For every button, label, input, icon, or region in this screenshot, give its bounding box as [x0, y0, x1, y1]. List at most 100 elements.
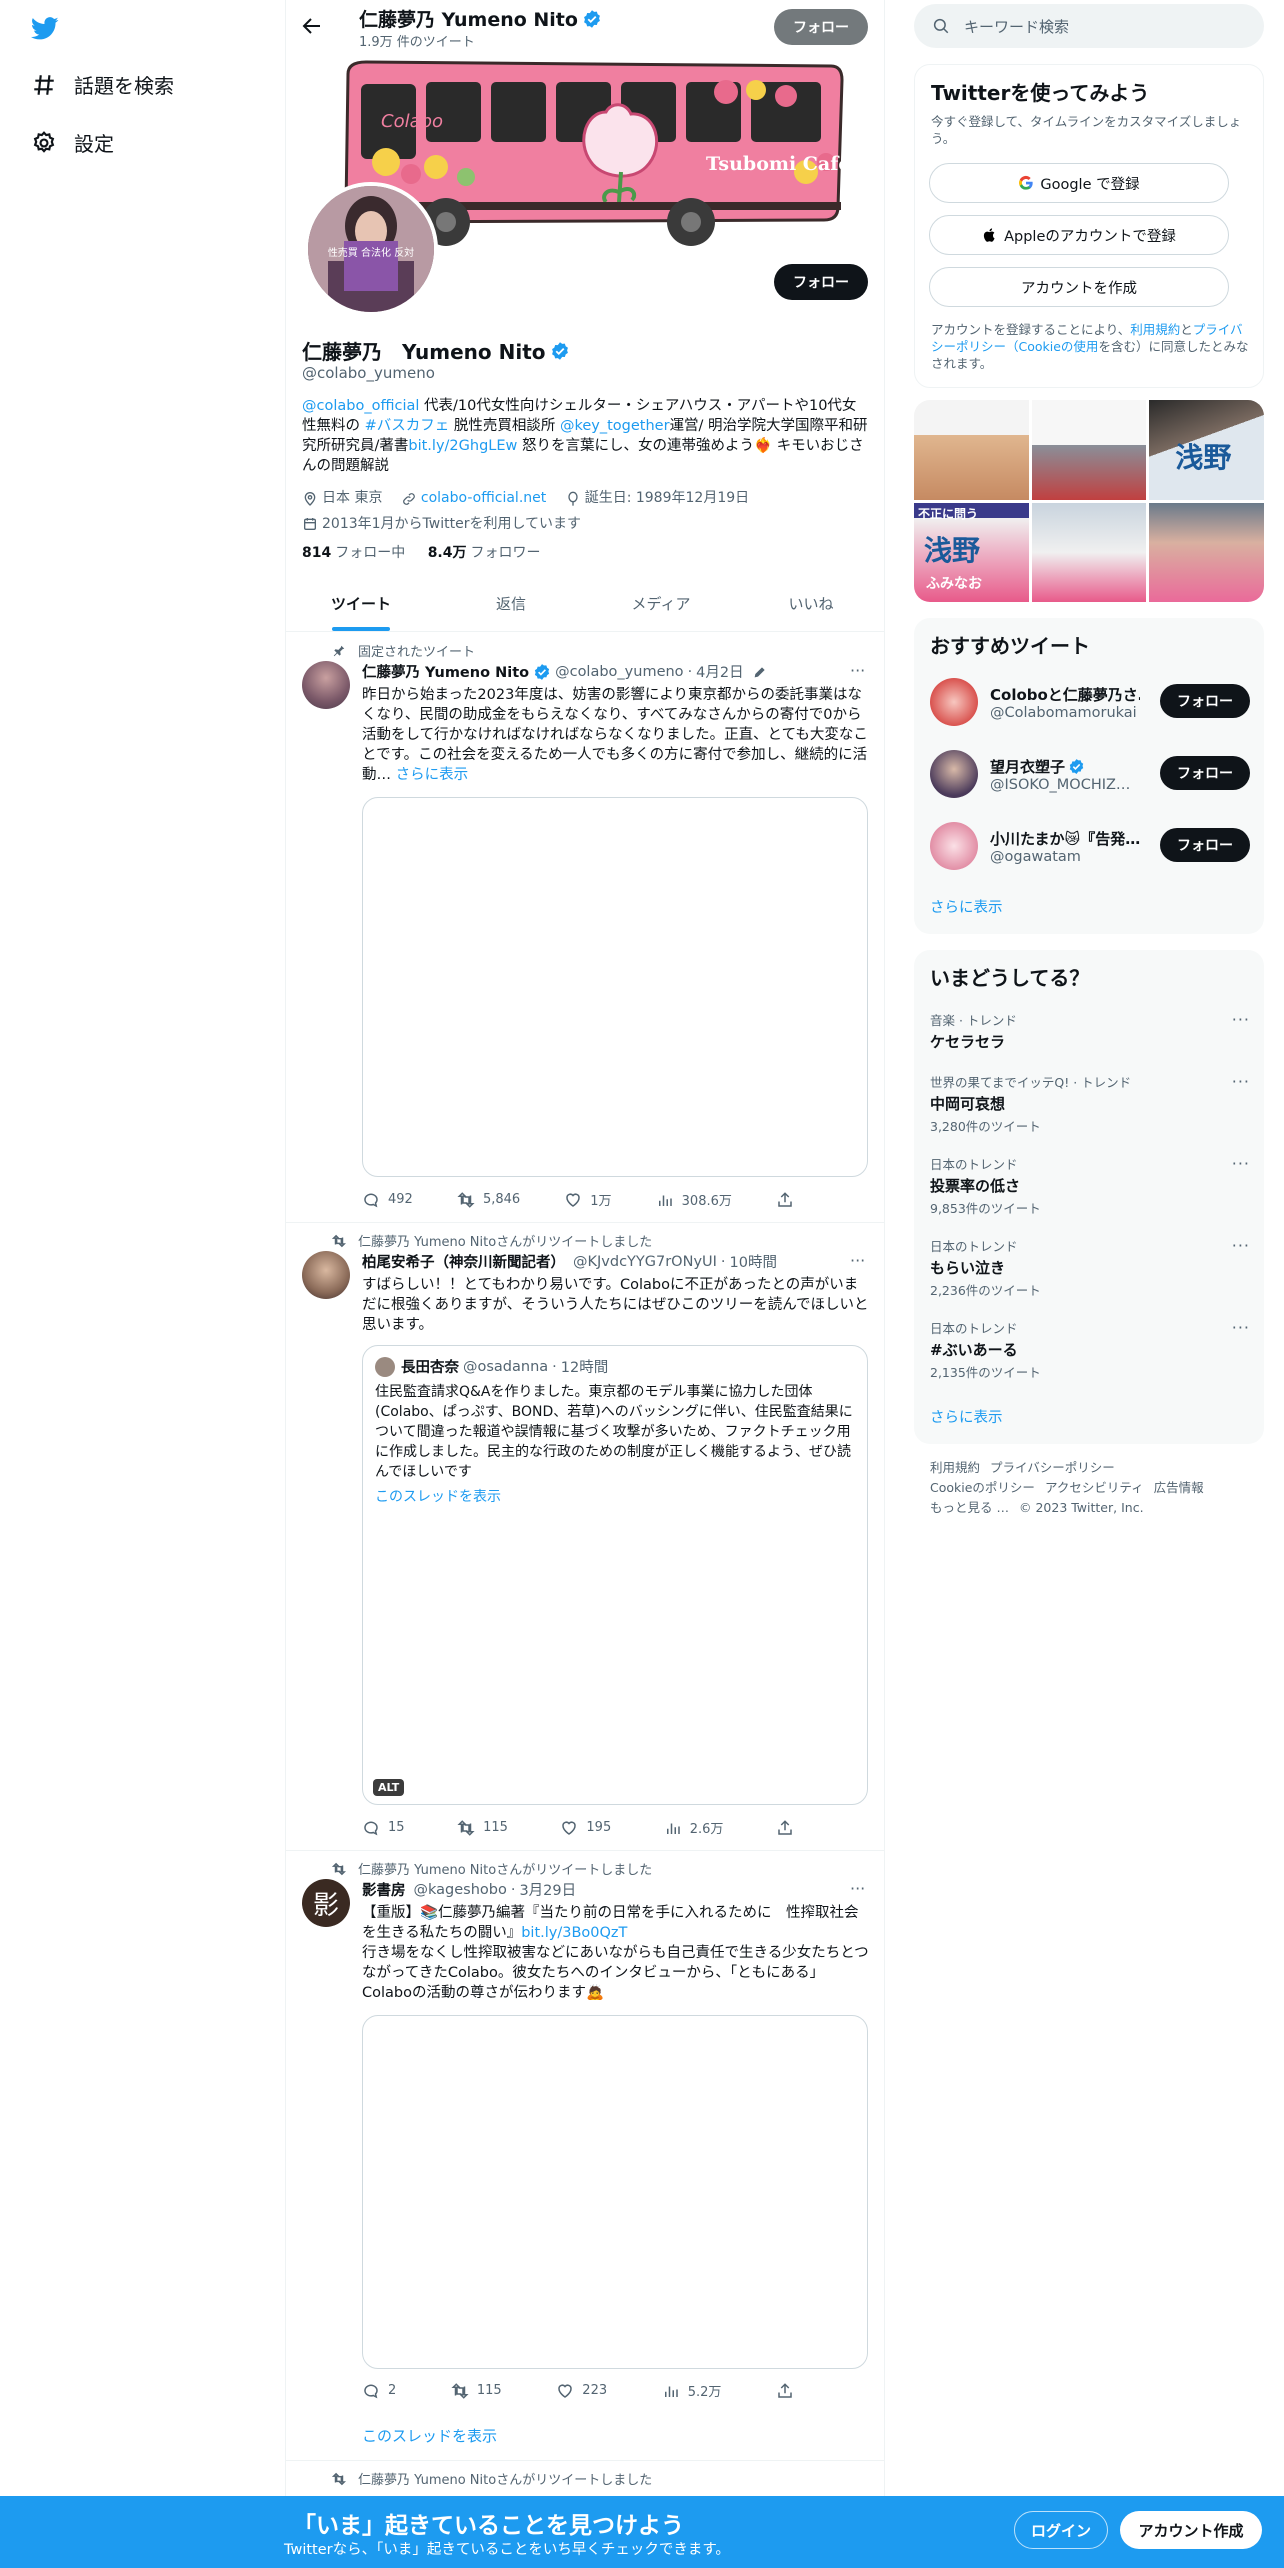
show-thread-link[interactable]: このスレッドを表示 — [362, 2425, 497, 2446]
bio-mention-key[interactable]: @key_together — [560, 418, 670, 434]
recommend-item[interactable]: Coloboと仁藤夢乃さ… @Colabomamorukai フォロー — [930, 672, 1250, 732]
quote-media[interactable]: ALT — [363, 1514, 867, 1804]
more-options-icon[interactable]: ··· — [1232, 1236, 1250, 1255]
views-button[interactable]: 5.2万 — [662, 2381, 721, 2400]
share-button[interactable] — [776, 1818, 802, 1837]
tweet-media[interactable] — [362, 2015, 868, 2369]
tweet-author-name[interactable]: 仁藤夢乃 Yumeno Nito — [362, 661, 529, 682]
followers-link[interactable]: 8.4万 フォロワー — [428, 545, 541, 561]
bio-link[interactable]: bit.ly/2GhgLEw — [408, 438, 517, 454]
quote-tweet[interactable]: 長田杏奈 @osadanna · 12時間 住民監査請求Q&Aを作りました。東京… — [362, 1345, 868, 1805]
footer-ads-link[interactable]: 広告情報 — [1154, 1480, 1204, 1495]
bio-hashtag[interactable]: #バスカフェ — [365, 418, 450, 434]
avatar[interactable] — [302, 661, 350, 709]
views-button[interactable]: 2.6万 — [664, 1818, 723, 1837]
avatar[interactable]: 影 — [302, 1879, 350, 1927]
tweet-author-name[interactable]: 柏尾安希子（神奈川新聞記者） — [362, 1251, 565, 1272]
following-link[interactable]: 814 フォロー中 — [302, 545, 405, 561]
search-placeholder: キーワード検索 — [964, 17, 1070, 36]
apple-signup-button[interactable]: Appleのアカウントで登録 — [929, 215, 1229, 255]
more-options-icon[interactable]: ··· — [1232, 1010, 1250, 1029]
photo-thumbnail[interactable] — [1149, 502, 1264, 602]
footer-accessibility-link[interactable]: アクセシビリティ — [1045, 1480, 1144, 1495]
like-button[interactable]: 1万 — [564, 1190, 612, 1209]
tweet-time[interactable]: 3月29日 — [519, 1879, 576, 1900]
more-options-icon[interactable]: ··· — [850, 1251, 870, 1271]
tweet-time[interactable]: 4月2日 — [696, 661, 743, 682]
quote-show-thread-link[interactable]: このスレッドを表示 — [375, 1486, 501, 1506]
retweet-button[interactable]: 115 — [457, 1818, 508, 1837]
terms-link[interactable]: 利用規約 — [1130, 322, 1180, 337]
nav-explore[interactable]: 話題を検索 — [30, 70, 174, 99]
share-button[interactable] — [776, 2381, 802, 2400]
trend-name: #ぶいあーる — [930, 1341, 1018, 1359]
tab-media[interactable]: メディア — [586, 576, 736, 631]
nav-settings[interactable]: 設定 — [30, 128, 114, 157]
tweet-pinned[interactable]: 固定されたツイート 仁藤夢乃 Yumeno Nito @colabo_yumen… — [286, 633, 884, 1223]
recommend-follow-button[interactable]: フォロー — [1160, 684, 1250, 718]
alt-badge[interactable]: ALT — [373, 1779, 405, 1796]
recommend-follow-button[interactable]: フォロー — [1160, 828, 1250, 862]
photo-thumbnail[interactable] — [1031, 400, 1147, 500]
profile-location: 日本 東京 — [302, 488, 382, 509]
header-follow-button[interactable]: フォロー — [774, 9, 868, 45]
like-button[interactable]: 195 — [560, 1818, 611, 1837]
trend-item[interactable]: 日本のトレンド 投票率の低さ 9,853件のツイート ··· — [930, 1154, 1250, 1217]
following-count: 814 — [302, 545, 332, 561]
bio-mention-colabo[interactable]: @colabo_official — [302, 398, 419, 414]
reply-button[interactable]: 15 — [362, 1818, 405, 1837]
trends-show-more[interactable]: さらに表示 — [930, 1406, 1003, 1427]
more-options-icon[interactable]: ··· — [1232, 1154, 1250, 1173]
more-options-icon[interactable]: ··· — [850, 1879, 870, 1899]
photo-thumbnail[interactable]: 不正に問う 浅野 ふみなお — [914, 502, 1029, 602]
recommend-item[interactable]: 望月衣塑子 @ISOKO_MOCHIZ… フォロー — [930, 744, 1250, 804]
profile-follow-button[interactable]: フォロー — [774, 264, 868, 300]
trend-item[interactable]: 世界の果てまでイッテQ! · トレンド 中岡可哀想 3,280件のツイート ··… — [930, 1072, 1250, 1135]
tweet-retweet-1[interactable]: 仁藤夢乃 Yumeno Nitoさんがリツイートしました 柏尾安希子（神奈川新聞… — [286, 1223, 884, 1851]
more-options-icon[interactable]: ··· — [1232, 1318, 1250, 1337]
tab-likes[interactable]: いいね — [736, 576, 884, 631]
create-account-button[interactable]: アカウントを作成 — [929, 267, 1229, 307]
retweet-button[interactable]: 5,846 — [457, 1190, 520, 1209]
profile-website[interactable]: colabo-official.net — [401, 488, 546, 509]
reply-button[interactable]: 2 — [362, 2381, 396, 2400]
avatar[interactable] — [302, 1251, 350, 1299]
recommend-follow-button[interactable]: フォロー — [1160, 756, 1250, 790]
show-more-link[interactable]: さらに表示 — [396, 767, 469, 783]
footer-privacy-link[interactable]: プライバシーポリシー — [990, 1460, 1115, 1475]
retweet-button[interactable]: 115 — [451, 2381, 502, 2400]
more-options-icon[interactable]: ··· — [850, 661, 870, 681]
tab-tweets[interactable]: ツイート — [286, 576, 436, 631]
photo-thumbnail[interactable] — [1031, 502, 1147, 602]
tweet-time[interactable]: 10時間 — [730, 1251, 777, 1272]
share-button[interactable] — [776, 1190, 802, 1209]
login-button[interactable]: ログイン — [1014, 2511, 1108, 2549]
footer-terms-link[interactable]: 利用規約 — [930, 1460, 980, 1475]
trend-item[interactable]: 日本のトレンド もらい泣き 2,236件のツイート ··· — [930, 1236, 1250, 1299]
tweet-link[interactable]: bit.ly/3Bo0QzT — [521, 1925, 627, 1941]
photo-thumbnail[interactable]: 浅野 — [1149, 400, 1264, 500]
trend-item[interactable]: 日本のトレンド #ぶいあーる 2,135件のツイート ··· — [930, 1318, 1250, 1381]
google-signup-button[interactable]: Google で登録 — [929, 163, 1229, 203]
footer-more-link[interactable]: もっと見る … — [930, 1500, 1009, 1515]
footer-cookie-link[interactable]: Cookieのポリシー — [930, 1480, 1035, 1495]
recommend-show-more[interactable]: さらに表示 — [930, 896, 1003, 917]
search-input[interactable]: キーワード検索 — [914, 4, 1264, 48]
views-button[interactable]: 308.6万 — [656, 1190, 732, 1209]
tweet-media[interactable] — [362, 797, 868, 1177]
photo-thumbnail[interactable] — [914, 400, 1029, 500]
profile-avatar[interactable]: 性売買 合法化 反対 — [304, 182, 438, 316]
recommend-item[interactable]: 小川たまか😿『告発… @ogawatam フォロー — [930, 816, 1250, 876]
reply-button[interactable]: 492 — [362, 1190, 413, 1209]
tweet-author-name[interactable]: 影書房 — [362, 1879, 406, 1900]
trend-item[interactable]: 音楽 · トレンド ケセラセラ ··· — [930, 1010, 1250, 1052]
more-options-icon[interactable]: ··· — [1232, 1072, 1250, 1091]
like-button[interactable]: 223 — [556, 2381, 607, 2400]
signup-button[interactable]: アカウント作成 — [1120, 2511, 1262, 2549]
tweet-retweet-2[interactable]: 仁藤夢乃 Yumeno Nitoさんがリツイートしました 影 影書房 @kage… — [286, 1851, 884, 2461]
tab-replies[interactable]: 返信 — [436, 576, 586, 631]
back-arrow-icon[interactable] — [300, 14, 324, 38]
profile-website-link[interactable]: colabo-official.net — [421, 488, 546, 509]
avatar — [375, 1356, 395, 1377]
twitter-logo-icon[interactable] — [28, 14, 62, 42]
